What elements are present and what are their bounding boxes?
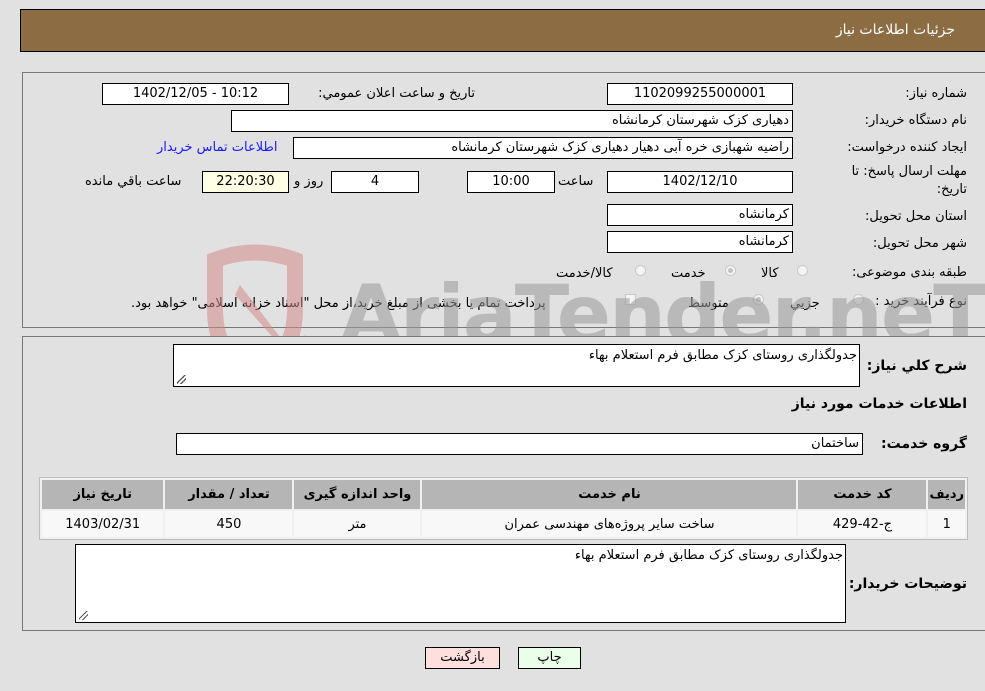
buyer-notes-textarea[interactable]: جدولگذاری روستای کزک مطابق فرم استعلام ب… bbox=[75, 544, 846, 623]
resize-grip-icon[interactable] bbox=[79, 611, 88, 620]
services-section-title: اطلاعات خدمات مورد نیاز bbox=[791, 396, 967, 412]
cell-need-date: 1403/02/31 bbox=[42, 511, 164, 537]
category-radio-goods-service[interactable] bbox=[635, 265, 646, 276]
cell-row-number: 1 bbox=[928, 511, 965, 537]
table-row: 1 ج-42-429 ساخت سایر پروژه‌های مهندسی عم… bbox=[42, 511, 965, 537]
category-label: طبقه بندی موضوعی: bbox=[851, 265, 967, 280]
requester-label: ایجاد کننده درخواست: bbox=[847, 140, 967, 155]
resize-grip-icon[interactable] bbox=[177, 375, 186, 384]
purchase-type-label: نوع فرآیند خرید : bbox=[875, 294, 967, 309]
back-button[interactable]: بازگشت bbox=[425, 647, 500, 669]
city-field: کرمانشاه bbox=[607, 231, 793, 253]
services-table: ردیف کد خدمت نام خدمت واحد اندازه گیری ت… bbox=[39, 477, 968, 540]
col-service-name: نام خدمت bbox=[422, 480, 797, 509]
buyer-notes-text: جدولگذاری روستای کزک مطابق فرم استعلام ب… bbox=[574, 548, 843, 563]
col-need-date: تاریخ نیاز bbox=[42, 480, 164, 509]
need-number-field: 1102099255000001 bbox=[607, 83, 793, 105]
category-radio-service[interactable] bbox=[725, 265, 736, 276]
col-unit: واحد اندازه گیری bbox=[294, 480, 421, 509]
purchase-radio-minor[interactable] bbox=[853, 294, 864, 305]
category-option-service: خدمت bbox=[671, 266, 706, 281]
buyer-org-label: نام دستگاه خریدار: bbox=[864, 113, 967, 128]
deadline-date-field: 1402/12/10 bbox=[607, 171, 793, 193]
cell-service-name: ساخت سایر پروژه‌های مهندسی عمران bbox=[422, 511, 797, 537]
category-option-goods-service: کالا/خدمت bbox=[556, 266, 613, 281]
requester-field: راضیه شهبازی خره آبی دهیار دهیاری کزک شه… bbox=[293, 137, 793, 159]
col-quantity: تعداد / مقدار bbox=[165, 480, 293, 509]
print-button[interactable]: چاپ bbox=[518, 647, 581, 669]
announce-datetime-label: تاریخ و ساعت اعلان عمومي: bbox=[318, 86, 475, 101]
announce-datetime-field: 1402/12/05 - 10:12 bbox=[102, 83, 289, 105]
purchase-radio-medium[interactable] bbox=[753, 294, 764, 305]
cell-service-code: ج-42-429 bbox=[798, 511, 927, 537]
days-label: روز و bbox=[294, 174, 324, 189]
buyer-contact-link[interactable]: اطلاعات تماس خریدار bbox=[157, 140, 277, 155]
buyer-org-field: دهیاری کزک شهرستان کرمانشاه bbox=[231, 110, 793, 132]
description-label: شرح کلي نیاز: bbox=[866, 358, 967, 374]
province-label: استان محل تحویل: bbox=[865, 209, 967, 224]
cell-unit: متر bbox=[294, 511, 421, 537]
deadline-time-label: ساعت bbox=[558, 174, 594, 189]
service-group-label: گروه خدمت: bbox=[881, 436, 967, 452]
treasury-checkbox[interactable] bbox=[625, 294, 636, 305]
treasury-note: پرداخت تمام یا بخشی از مبلغ خرید،از محل … bbox=[131, 296, 546, 311]
remaining-time-label: ساعت باقي مانده bbox=[85, 174, 182, 189]
deadline-label-line2: تاریخ: bbox=[936, 182, 967, 197]
deadline-label-line1: مهلت ارسال پاسخ: تا bbox=[851, 164, 967, 179]
deadline-time-field: 10:00 bbox=[467, 171, 555, 193]
service-group-field: ساختمان bbox=[176, 433, 863, 455]
cell-quantity: 450 bbox=[165, 511, 293, 537]
remaining-days-field: 4 bbox=[331, 171, 419, 193]
category-radio-goods[interactable] bbox=[797, 265, 808, 276]
buyer-notes-label: توضیحات خریدار: bbox=[848, 576, 967, 592]
description-text: جدولگذاری روستای کزک مطابق فرم استعلام ب… bbox=[588, 348, 857, 363]
province-field: کرمانشاه bbox=[607, 204, 793, 226]
category-option-goods: کالا bbox=[761, 266, 779, 281]
remaining-time-field: 22:20:30 bbox=[202, 171, 289, 193]
table-header-row: ردیف کد خدمت نام خدمت واحد اندازه گیری ت… bbox=[42, 480, 965, 509]
purchase-option-minor: جزیي bbox=[790, 296, 820, 311]
description-textarea[interactable]: جدولگذاری روستای کزک مطابق فرم استعلام ب… bbox=[173, 344, 860, 387]
col-service-code: کد خدمت bbox=[798, 480, 927, 509]
col-row-number: ردیف bbox=[928, 480, 965, 509]
need-number-label: شماره نیاز: bbox=[905, 86, 967, 101]
page-header: جزئیات اطلاعات نیاز bbox=[20, 9, 985, 52]
purchase-option-medium: متوسط bbox=[688, 296, 729, 311]
page-title: جزئیات اطلاعات نیاز bbox=[835, 22, 955, 38]
city-label: شهر محل تحویل: bbox=[872, 236, 967, 251]
